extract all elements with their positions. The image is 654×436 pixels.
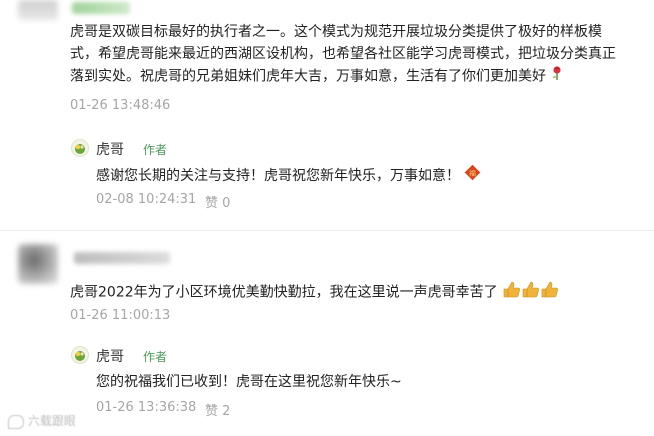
comment-text-line: 虎哥是双碳目标最好的执行者之一。这个模式为规范开展垃圾分类提供了极好的样板模 (70, 24, 602, 40)
author-name[interactable]: 虎哥 (96, 346, 124, 366)
user-name-blurred[interactable] (72, 2, 130, 14)
thumbs-up-icon (502, 280, 560, 305)
watermark-logo-icon (8, 414, 24, 429)
fu-blessing-icon: 福 (464, 164, 481, 188)
author-avatar[interactable] (71, 346, 89, 364)
comment-text-line: 落到实处。祝虎哥的兄弟姐妹们虎年大吉，万事如意，生活有了你们更加美好 (70, 65, 616, 88)
reply-timestamp: 01-26 13:36:38 (96, 400, 197, 415)
reply-text: 感谢您长期的关注与支持！虎哥祝您新年快乐，万事如意！ (96, 168, 460, 184)
user-name-blurred[interactable] (74, 252, 170, 264)
comment-text-line: 式，希望虎哥能来最近的西湖区设机构，也希望各社区能学习虎哥模式，把垃圾分类真正 (70, 46, 616, 62)
author-name[interactable]: 虎哥 (96, 139, 124, 159)
user-avatar[interactable] (18, 0, 58, 20)
user-avatar[interactable] (18, 244, 58, 284)
reply-timestamp: 02-08 10:24:31 (96, 192, 197, 207)
like-count[interactable]: 赞 0 (205, 192, 230, 211)
like-count[interactable]: 赞 2 (205, 400, 230, 419)
reply-text: 您的祝福我们已收到！虎哥在这里祝您新年快乐~ (96, 374, 402, 390)
svg-text:福: 福 (469, 169, 476, 178)
comment-timestamp: 01-26 11:00:13 (70, 308, 171, 323)
rose-icon (550, 65, 564, 88)
comment-divider (0, 230, 654, 231)
comment-text-line: 虎哥2022年为了小区环境优美勤快勤拉，我在这里说一声虎哥幸苦了 (70, 284, 498, 301)
author-badge: 作者 (143, 143, 168, 157)
author-badge: 作者 (143, 350, 168, 364)
author-avatar[interactable] (71, 139, 89, 157)
watermark: 六载跟眼 (8, 412, 76, 429)
comment-timestamp: 01-26 13:48:46 (70, 98, 171, 113)
